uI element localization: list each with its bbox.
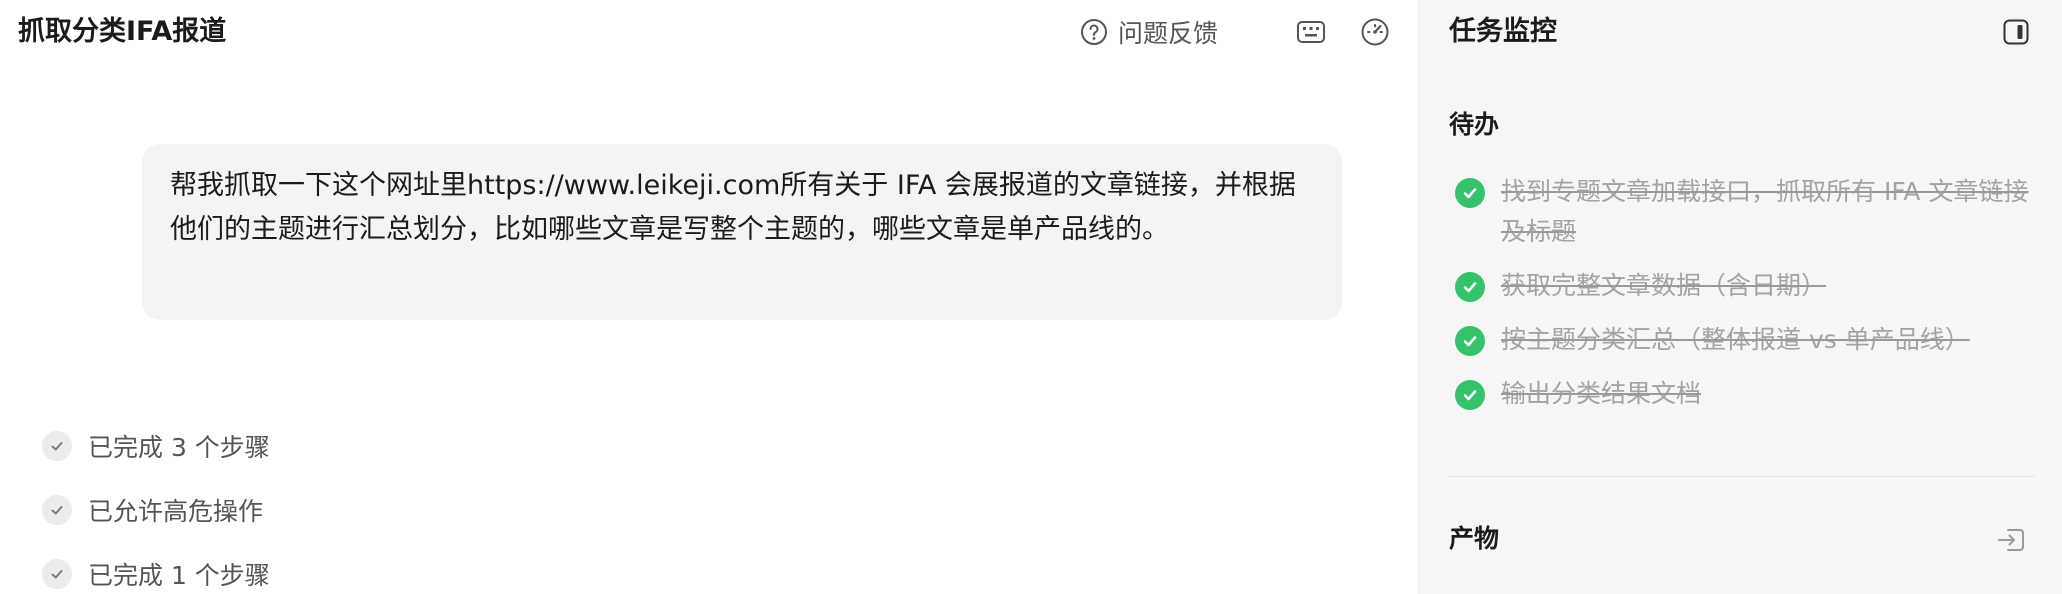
keyboard-icon xyxy=(1297,21,1325,43)
todo-item[interactable]: 找到专题文章加载接口，抓取所有 IFA 文章链接及标题 xyxy=(1455,176,2035,252)
collapse-panel-button[interactable] xyxy=(2002,18,2030,50)
todo-heading: 待办 xyxy=(1449,110,1500,139)
user-message-text: 帮我抓取一下这个网址里https://www.leikeji.com所有关于 I… xyxy=(170,170,1296,245)
top-actions: 问题反馈 xyxy=(1080,14,1390,50)
check-icon xyxy=(1455,272,1485,302)
todo-item[interactable]: 按主题分类汇总（整体报道 vs 单产品线） xyxy=(1455,324,2035,360)
check-icon xyxy=(1455,178,1485,208)
question-circle-icon xyxy=(1080,19,1107,45)
todo-label: 找到专题文章加载接口，抓取所有 IFA 文章链接及标题 xyxy=(1501,177,2029,246)
step-label: 已完成 3 个步骤 xyxy=(88,433,270,462)
step-item[interactable]: 已允许高危操作 xyxy=(42,478,270,542)
gauge-icon xyxy=(1361,18,1389,46)
step-label: 已完成 1 个步骤 xyxy=(88,561,270,590)
keyboard-button[interactable] xyxy=(1296,19,1326,45)
todo-label: 输出分类结果文档 xyxy=(1501,379,1702,408)
todo-label: 获取完整文章数据（含日期） xyxy=(1501,271,1827,300)
check-icon xyxy=(1455,380,1485,410)
panel-title: 任务监控 xyxy=(1449,16,1557,47)
step-item[interactable]: 已完成 1 个步骤 xyxy=(42,542,270,594)
export-icon xyxy=(1998,529,2024,551)
user-message-bubble: 帮我抓取一下这个网址里https://www.leikeji.com所有关于 I… xyxy=(142,144,1342,320)
check-icon xyxy=(1455,326,1485,356)
todo-item[interactable]: 获取完整文章数据（含日期） xyxy=(1455,270,2035,306)
task-monitor-panel: 任务监控 待办 找到专题文章加载接口，抓取所有 IFA 文章链接及标题 获取完整… xyxy=(1418,0,2062,594)
check-icon xyxy=(42,559,72,589)
check-icon xyxy=(42,495,72,525)
todo-label: 按主题分类汇总（整体报道 vs 单产品线） xyxy=(1501,325,1970,354)
panel-toggle-icon xyxy=(2003,19,2029,45)
step-item[interactable]: 已完成 3 个步骤 xyxy=(42,414,270,478)
gauge-button[interactable] xyxy=(1360,17,1390,47)
todo-list: 找到专题文章加载接口，抓取所有 IFA 文章链接及标题 获取完整文章数据（含日期… xyxy=(1455,176,2035,432)
artifact-heading: 产物 xyxy=(1449,524,1500,553)
export-button[interactable] xyxy=(1996,526,2026,558)
feedback-label: 问题反馈 xyxy=(1117,19,1218,48)
todo-item[interactable]: 输出分类结果文档 xyxy=(1455,378,2035,414)
feedback-button[interactable]: 问题反馈 xyxy=(1080,14,1218,50)
page-title: 抓取分类IFA报道 xyxy=(18,16,227,47)
steps-list: 已完成 3 个步骤 已允许高危操作 已完成 1 个步骤 xyxy=(42,414,270,594)
step-label: 已允许高危操作 xyxy=(88,497,264,526)
check-icon xyxy=(42,431,72,461)
divider xyxy=(1449,476,2035,477)
chat-main-area: 抓取分类IFA报道 问题反馈 帮我抓取一下这个网址里https://www.le… xyxy=(0,0,1418,594)
